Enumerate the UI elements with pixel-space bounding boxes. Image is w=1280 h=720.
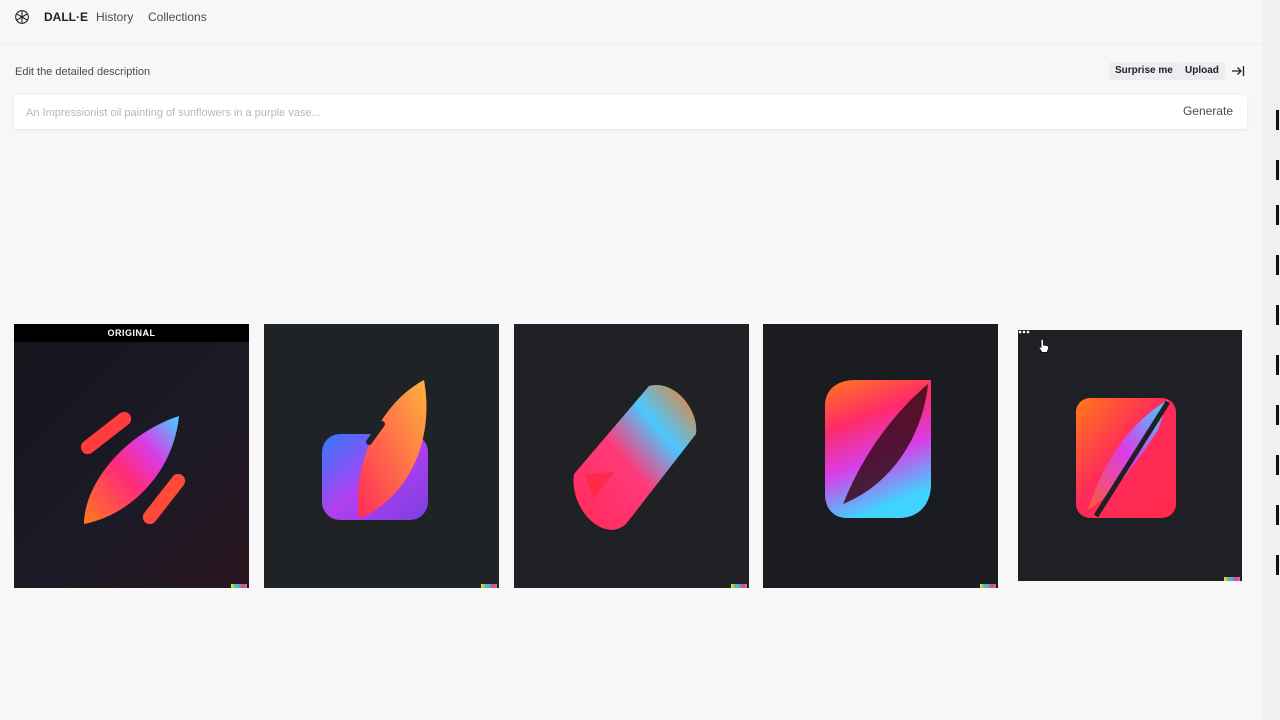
- more-options-icon[interactable]: [1018, 330, 1030, 334]
- image-tile-variation-4[interactable]: [1018, 330, 1242, 581]
- header-divider: [0, 44, 1262, 45]
- hand-cursor-icon: [1038, 338, 1050, 353]
- feather-logo-icon: [573, 384, 697, 530]
- generate-button[interactable]: Generate: [1183, 104, 1233, 118]
- scroll-mark: [1276, 255, 1279, 275]
- dalle-signature-icon: [980, 584, 996, 588]
- upload-button[interactable]: Upload: [1179, 62, 1225, 80]
- rocket-leaf-logo-icon: [80, 411, 186, 525]
- dalle-signature-icon: [481, 584, 497, 588]
- exit-edit-icon[interactable]: [1231, 64, 1245, 78]
- scroll-mark: [1276, 160, 1279, 180]
- prompt-input[interactable]: [24, 103, 1158, 123]
- leaf-square-logo-icon: [825, 380, 931, 518]
- leaf-app-logo-icon: [322, 380, 428, 520]
- edit-description-label: Edit the detailed description: [15, 66, 151, 78]
- dalle-signature-icon: [731, 584, 747, 588]
- image-tile-variation-3[interactable]: [763, 324, 998, 588]
- right-scroll-strip[interactable]: [1262, 0, 1280, 720]
- image-tile-original[interactable]: ORIGINAL: [14, 324, 249, 588]
- scroll-mark: [1276, 305, 1279, 325]
- nav-collections-link[interactable]: Collections: [148, 10, 207, 24]
- scroll-mark: [1276, 110, 1279, 130]
- image-tile-variation-2[interactable]: [514, 324, 749, 588]
- scroll-mark: [1276, 555, 1279, 575]
- brand-title[interactable]: DALL·E: [44, 10, 88, 24]
- scroll-mark: [1276, 405, 1279, 425]
- prompt-box: Generate: [14, 95, 1247, 129]
- top-bar: DALL·E History Collections: [0, 0, 1262, 36]
- original-label: ORIGINAL: [14, 324, 249, 342]
- surprise-me-button[interactable]: Surprise me: [1109, 62, 1179, 80]
- scroll-mark: [1276, 355, 1279, 375]
- scroll-mark: [1276, 455, 1279, 475]
- slash-square-logo-icon: [1076, 398, 1176, 518]
- scroll-mark: [1276, 205, 1279, 225]
- dalle-signature-icon: [1224, 577, 1240, 581]
- image-tile-variation-1[interactable]: [264, 324, 499, 588]
- nav-history-link[interactable]: History: [96, 10, 133, 24]
- dalle-signature-icon: [231, 584, 247, 588]
- scroll-mark: [1276, 505, 1279, 525]
- openai-logo-icon[interactable]: [14, 9, 30, 25]
